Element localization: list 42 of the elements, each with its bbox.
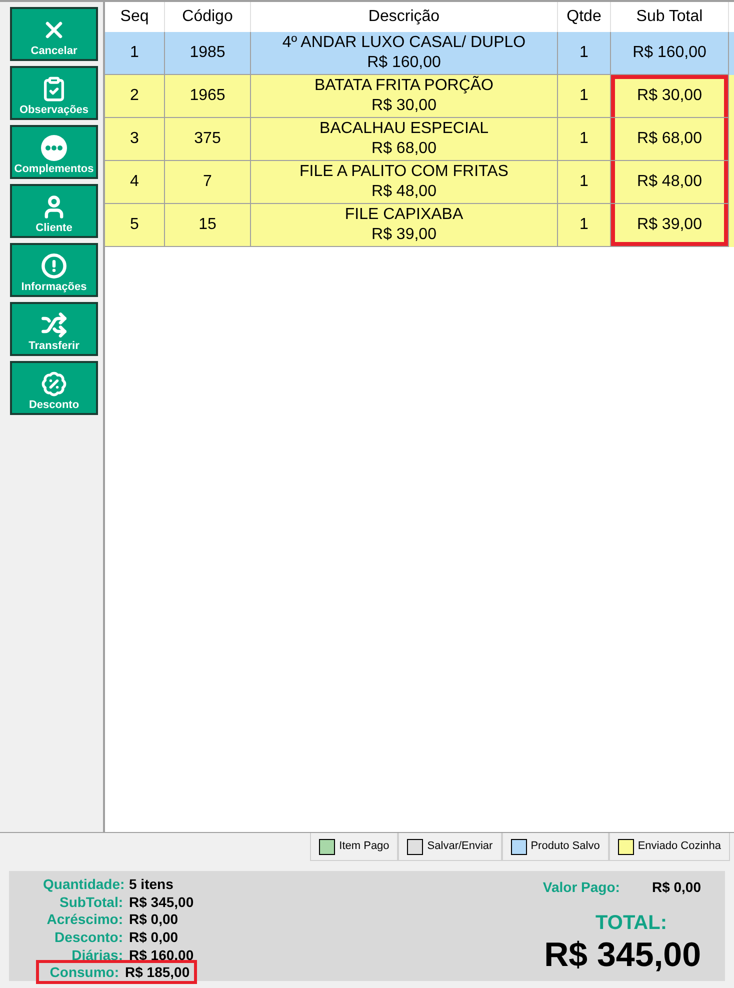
item-description: 4º ANDAR LUXO CASAL/ DUPLO [282, 33, 526, 53]
table-cell: R$ 30,00 [611, 75, 729, 118]
item-price: R$ 30,00 [372, 96, 436, 116]
table-row[interactable]: 1 1985 4º ANDAR LUXO CASAL/ DUPLO R$ 160,00 1 R$ 160,00 [105, 32, 734, 75]
item-description: BACALHAU ESPECIAL [320, 119, 488, 139]
paid-value: R$ 0,00 [652, 878, 701, 897]
item-price: R$ 160,00 [367, 53, 441, 73]
summary-line: Desconto: R$ 0,00 [54, 928, 180, 946]
legend-label: Produto Salvo [530, 839, 600, 854]
dots-icon [41, 135, 67, 161]
discount-icon [41, 371, 67, 397]
paid-label: Valor Pago: [542, 878, 620, 897]
table-cell: R$ 68,00 [611, 118, 729, 161]
table-row[interactable]: 3 375 BACALHAU ESPECIAL R$ 68,00 1 R$ 68,00 [105, 118, 734, 161]
table-cell: 1 [558, 204, 611, 247]
legend-label: Salvar/Enviar [427, 839, 493, 854]
item-price: R$ 39,00 [372, 225, 436, 245]
legend-label: Item Pago [339, 839, 390, 854]
summary-line: Consumo: R$ 185,00 [39, 963, 194, 982]
table-row[interactable]: 4 7 FILE A PALITO COM FRITAS R$ 48,00 1 R$ 48,00 [105, 161, 734, 204]
table-cell: 15 [165, 204, 251, 247]
alert-icon [41, 253, 67, 279]
item-price: R$ 68,00 [372, 139, 436, 159]
item-price: R$ 48,00 [372, 182, 436, 202]
table-cell: R$ 160,00 [611, 32, 729, 75]
summary-line: Acréscimo: R$ 0,00 [46, 910, 180, 928]
legend-label: Enviado Cozinha [638, 839, 721, 854]
total-value: R$ 345,00 [544, 938, 701, 972]
total-label: TOTAL: [596, 911, 667, 936]
summary-line: SubTotal: R$ 345,00 [58, 892, 194, 910]
item-description: BATATA FRITA PORÇÃO [314, 76, 494, 96]
item-description: FILE CAPIXABA [344, 205, 464, 225]
table-row[interactable]: 5 15 FILE CAPIXABA R$ 39,00 1 R$ 39,00 [105, 204, 734, 247]
table-cell: R$ 39,00 [611, 204, 729, 247]
table-cell: 5 [105, 204, 165, 247]
clipboard-icon [41, 76, 67, 102]
summary-line: Quantidade: 5 itens [43, 875, 174, 893]
table-row[interactable]: 2 1965 BATATA FRITA PORÇÃO R$ 30,00 1 R$ 30,00 [105, 75, 734, 118]
shuffle-icon [41, 312, 67, 338]
summary-line: Diárias: R$ 160,00 [70, 946, 194, 964]
item-description: FILE A PALITO COM FRITAS [300, 162, 508, 182]
table-cell: R$ 48,00 [611, 161, 729, 204]
